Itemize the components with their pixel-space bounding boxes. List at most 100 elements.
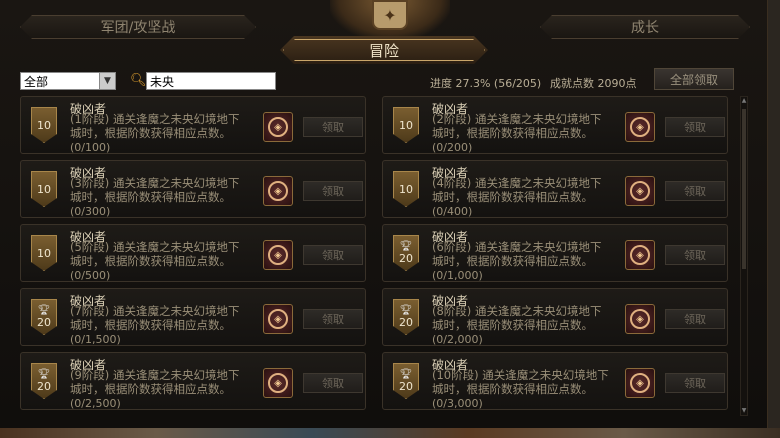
points-badge-icon: 10 bbox=[393, 171, 419, 207]
claim-button[interactable]: 领取 bbox=[303, 309, 363, 329]
chevron-down-icon[interactable]: ▼ bbox=[99, 73, 115, 89]
background-strip bbox=[0, 428, 780, 438]
achievement-card: 10 破凶者 (1阶段) 通关逢魔之未央幻境地下城时，根据阶数获得相应点数。 (… bbox=[20, 96, 366, 154]
badge-points: 10 bbox=[399, 118, 413, 132]
tab-legion[interactable]: 军团/攻坚战 bbox=[20, 15, 256, 39]
search-icon: 🔍︎ bbox=[130, 73, 147, 88]
emblem-icon: ◈ bbox=[268, 245, 288, 265]
trophy-icon: 🏆︎ bbox=[399, 368, 413, 380]
trophy-icon: 🏆︎ bbox=[37, 304, 51, 316]
achievement-progress: (0/100) bbox=[70, 141, 111, 154]
achievement-progress: (0/200) bbox=[432, 141, 473, 154]
claim-button[interactable]: 领取 bbox=[665, 181, 725, 201]
reward-icon[interactable]: ◈ bbox=[625, 112, 655, 142]
scroll-down-icon[interactable]: ▼ bbox=[741, 407, 747, 415]
reward-icon[interactable]: ◈ bbox=[263, 176, 293, 206]
badge-points: 20 bbox=[399, 315, 413, 329]
achievement-progress: (0/2,000) bbox=[432, 333, 483, 346]
search-input[interactable] bbox=[146, 72, 276, 90]
reward-icon[interactable]: ◈ bbox=[263, 368, 293, 398]
reward-icon[interactable]: ◈ bbox=[263, 304, 293, 334]
achievement-description: (10阶段) 通关逢魔之未央幻境地下城时，根据阶数获得相应点数。 bbox=[432, 368, 609, 396]
claim-button[interactable]: 领取 bbox=[665, 245, 725, 265]
achievement-progress: (0/2,500) bbox=[70, 397, 121, 410]
achievement-description: (5阶段) 通关逢魔之未央幻境地下城时，根据阶数获得相应点数。 bbox=[70, 240, 240, 268]
badge-points: 10 bbox=[37, 118, 51, 132]
trophy-icon: 🏆︎ bbox=[399, 240, 413, 252]
points-badge-icon: 10 bbox=[31, 235, 57, 271]
emblem-icon: ◈ bbox=[630, 117, 650, 137]
emblem-icon: ◈ bbox=[268, 373, 288, 393]
achievement-progress: (0/1,500) bbox=[70, 333, 121, 346]
points-badge-icon: 10 bbox=[393, 107, 419, 143]
achievement-card: 10 破凶者 (5阶段) 通关逢魔之未央幻境地下城时，根据阶数获得相应点数。 (… bbox=[20, 224, 366, 282]
reward-icon[interactable]: ◈ bbox=[625, 304, 655, 334]
claim-button[interactable]: 领取 bbox=[665, 373, 725, 393]
achievement-description: (3阶段) 通关逢魔之未央幻境地下城时，根据阶数获得相应点数。 bbox=[70, 176, 240, 204]
trophy-badge-icon: 🏆︎ 20 bbox=[31, 363, 57, 399]
achievement-card: 🏆︎ 20 破凶者 (6阶段) 通关逢魔之未央幻境地下城时，根据阶数获得相应点数… bbox=[382, 224, 728, 282]
emblem-icon: ◈ bbox=[268, 309, 288, 329]
achievement-card: 🏆︎ 20 破凶者 (9阶段) 通关逢魔之未央幻境地下城时，根据阶数获得相应点数… bbox=[20, 352, 366, 410]
trophy-badge-icon: 🏆︎ 20 bbox=[31, 299, 57, 335]
tab-adventure-label: 冒险 bbox=[368, 41, 399, 60]
progress-readout: 进度 27.3% (56/205) bbox=[430, 77, 542, 90]
emblem-icon: ◈ bbox=[630, 373, 650, 393]
emblem-icon: ◈ bbox=[630, 309, 650, 329]
scroll-up-icon[interactable]: ▲ bbox=[741, 97, 747, 105]
achievement-progress: (0/300) bbox=[70, 205, 111, 218]
trophy-icon: 🏆︎ bbox=[37, 368, 51, 380]
claim-button[interactable]: 领取 bbox=[303, 117, 363, 137]
achievement-progress: (0/400) bbox=[432, 205, 473, 218]
claim-button[interactable]: 领取 bbox=[665, 117, 725, 137]
badge-points: 20 bbox=[399, 251, 413, 265]
reward-icon[interactable]: ◈ bbox=[625, 240, 655, 270]
tab-adventure[interactable]: 冒险 bbox=[280, 36, 488, 64]
achievement-progress: (0/500) bbox=[70, 269, 111, 282]
claim-button[interactable]: 领取 bbox=[303, 245, 363, 265]
achievement-description: (7阶段) 通关逢魔之未央幻境地下城时，根据阶数获得相应点数。 bbox=[70, 304, 240, 332]
claim-button[interactable]: 领取 bbox=[303, 181, 363, 201]
trophy-icon: 🏆︎ bbox=[399, 304, 413, 316]
compass-icon: ✦ bbox=[372, 0, 408, 30]
achievement-card: 🏆︎ 20 破凶者 (10阶段) 通关逢魔之未央幻境地下城时，根据阶数获得相应点… bbox=[382, 352, 728, 410]
claim-button[interactable]: 领取 bbox=[665, 309, 725, 329]
trophy-badge-icon: 🏆︎ 20 bbox=[393, 299, 419, 335]
achievement-description: (6阶段) 通关逢魔之未央幻境地下城时，根据阶数获得相应点数。 bbox=[432, 240, 602, 268]
achievement-progress: (0/3,000) bbox=[432, 397, 483, 410]
badge-points: 10 bbox=[37, 246, 51, 260]
scrollbar-thumb[interactable] bbox=[742, 109, 746, 269]
achievement-progress: (0/1,000) bbox=[432, 269, 483, 282]
achievement-card: 🏆︎ 20 破凶者 (7阶段) 通关逢魔之未央幻境地下城时，根据阶数获得相应点数… bbox=[20, 288, 366, 346]
reward-icon[interactable]: ◈ bbox=[625, 368, 655, 398]
scrollbar[interactable]: ▲ ▼ bbox=[740, 96, 748, 416]
trophy-badge-icon: 🏆︎ 20 bbox=[393, 235, 419, 271]
claim-all-button[interactable]: 全部领取 bbox=[654, 68, 734, 90]
achievement-description: (8阶段) 通关逢魔之未央幻境地下城时，根据阶数获得相应点数。 bbox=[432, 304, 602, 332]
reward-icon[interactable]: ◈ bbox=[625, 176, 655, 206]
achievement-card: 10 破凶者 (2阶段) 通关逢魔之未央幻境地下城时，根据阶数获得相应点数。 (… bbox=[382, 96, 728, 154]
badge-points: 20 bbox=[399, 379, 413, 393]
achievement-description: (2阶段) 通关逢魔之未央幻境地下城时，根据阶数获得相应点数。 bbox=[432, 112, 602, 140]
emblem-icon: ◈ bbox=[630, 181, 650, 201]
tab-growth[interactable]: 成长 bbox=[540, 15, 750, 39]
achievement-window: ✦ 军团/攻坚战 成长 冒险 全部 ▼ 🔍︎ 进度 27.3% (56/205)… bbox=[0, 0, 768, 428]
achievement-card: 10 破凶者 (3阶段) 通关逢魔之未央幻境地下城时，根据阶数获得相应点数。 (… bbox=[20, 160, 366, 218]
badge-points: 20 bbox=[37, 379, 51, 393]
achievement-description: (1阶段) 通关逢魔之未央幻境地下城时，根据阶数获得相应点数。 bbox=[70, 112, 240, 140]
achievement-points: 成就点数 2090点 bbox=[550, 77, 637, 90]
background-edge bbox=[768, 0, 780, 438]
points-badge-icon: 10 bbox=[31, 107, 57, 143]
achievement-description: (9阶段) 通关逢魔之未央幻境地下城时，根据阶数获得相应点数。 bbox=[70, 368, 240, 396]
emblem-icon: ◈ bbox=[268, 117, 288, 137]
reward-icon[interactable]: ◈ bbox=[263, 240, 293, 270]
trophy-badge-icon: 🏆︎ 20 bbox=[393, 363, 419, 399]
achievement-description: (4阶段) 通关逢魔之未央幻境地下城时，根据阶数获得相应点数。 bbox=[432, 176, 602, 204]
badge-points: 20 bbox=[37, 315, 51, 329]
reward-icon[interactable]: ◈ bbox=[263, 112, 293, 142]
category-select-value: 全部 bbox=[24, 74, 49, 89]
badge-points: 10 bbox=[37, 182, 51, 196]
claim-button[interactable]: 领取 bbox=[303, 373, 363, 393]
category-select[interactable]: 全部 ▼ bbox=[20, 72, 116, 90]
achievement-card: 10 破凶者 (4阶段) 通关逢魔之未央幻境地下城时，根据阶数获得相应点数。 (… bbox=[382, 160, 728, 218]
